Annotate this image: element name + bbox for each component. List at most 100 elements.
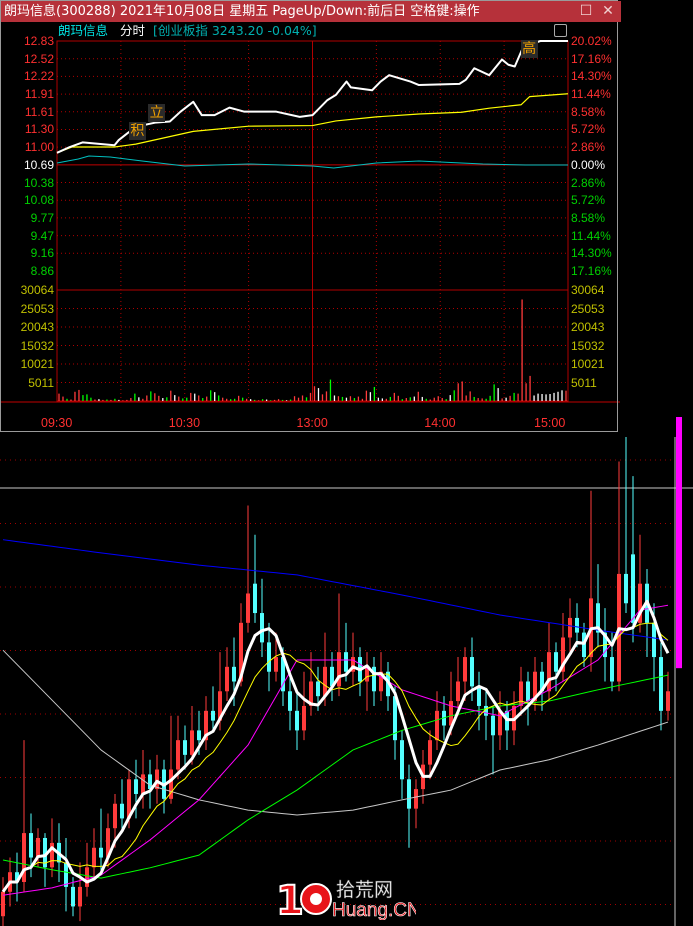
stock-name: 朗玛信息 <box>58 23 109 38</box>
candle-body <box>183 740 187 755</box>
price-tick-label: 9.47 <box>30 228 54 243</box>
price-tick-label: 11.30 <box>24 122 54 137</box>
candle-body <box>57 842 61 863</box>
candle-body <box>8 872 12 892</box>
volume-tick-label: 10021 <box>20 357 54 371</box>
close-icon[interactable]: ✕ <box>599 1 617 22</box>
candle-body <box>92 847 96 868</box>
price-tick-label: 11.61 <box>24 104 54 119</box>
intraday-window: 朗玛信息(300288) 2021年10月08日 星期五 PageUp/Down… <box>0 0 621 432</box>
candle-body <box>596 603 600 633</box>
candle-body <box>498 710 502 736</box>
candle-body <box>344 652 348 672</box>
pct-tick-label: 8.58% <box>571 210 606 225</box>
candle-body <box>323 666 327 697</box>
candle-body <box>274 657 278 672</box>
volume-tick-label: 15032 <box>20 338 54 353</box>
window-title: 朗玛信息(300288) 2021年10月08日 星期五 PageUp/Down… <box>4 4 480 19</box>
price-tick-label: 8.86 <box>30 264 54 278</box>
volume-tick-label: 25053 <box>20 301 54 316</box>
candle-body <box>575 617 579 633</box>
candle-body <box>407 779 411 809</box>
candle-body <box>204 710 208 741</box>
site-logo: 1 拾荒网 Huang.CN <box>276 874 416 920</box>
candle-body <box>316 681 320 697</box>
candle-body <box>267 642 271 672</box>
time-tick-label: 10:30 <box>168 416 201 430</box>
index-line <box>56 155 568 169</box>
candle-body <box>568 617 572 638</box>
maximize-icon[interactable]: ☐ <box>577 1 595 22</box>
price-tick-label: 12.52 <box>23 51 54 66</box>
candle-body <box>400 740 404 780</box>
candle-body <box>351 657 355 672</box>
pct-tick-label: 5.72% <box>571 193 606 208</box>
pct-tick-label: 14.30% <box>571 69 612 84</box>
candle-body <box>638 583 642 623</box>
svg-text:1: 1 <box>276 878 304 920</box>
candle-body <box>190 730 194 755</box>
candle-body <box>50 842 54 868</box>
candle-body <box>218 691 222 721</box>
candle-body <box>120 803 124 819</box>
volume-tick-label: 10021 <box>571 357 605 371</box>
price-tick-label: 10.69 <box>23 157 54 172</box>
time-tick-label: 14:00 <box>424 416 456 430</box>
candle-body <box>302 705 306 731</box>
candle-body <box>393 696 397 741</box>
price-tick-label: 12.83 <box>23 34 54 48</box>
candle-body <box>239 622 243 682</box>
pct-tick-label: 17.16% <box>571 264 612 278</box>
candle-body <box>64 862 68 887</box>
moving-average-ma10 <box>2 622 669 893</box>
volume-tick-label: 20043 <box>571 320 605 334</box>
plot-frame <box>56 40 569 402</box>
pct-tick-label: 8.58% <box>571 104 606 119</box>
candle-body <box>561 637 565 672</box>
panel-toggle-icon[interactable] <box>554 24 567 37</box>
candle-body <box>617 573 621 682</box>
candle-body <box>589 598 593 658</box>
candle-body <box>449 701 453 726</box>
candle-body <box>225 666 229 692</box>
candle-body <box>309 681 313 706</box>
title-bar: 朗玛信息(300288) 2021年10月08日 星期五 PageUp/Down… <box>1 1 621 22</box>
candle-body <box>540 671 544 692</box>
candle-body <box>295 710 299 731</box>
moving-average-ma250 <box>2 539 669 641</box>
candle-body <box>477 686 481 706</box>
pct-tick-label: 17.16% <box>571 51 612 66</box>
candle-body <box>43 837 47 868</box>
candle-body <box>1 891 5 917</box>
candle-body <box>624 573 628 604</box>
candle-body <box>232 666 236 682</box>
svg-text:Huang.CN: Huang.CN <box>332 900 416 920</box>
candle-body <box>358 657 362 682</box>
candle-body <box>134 779 138 794</box>
price-tick-label: 12.22 <box>23 69 54 84</box>
candle-body <box>330 666 334 687</box>
intraday-chart <box>0 40 620 403</box>
candle-body <box>246 593 250 623</box>
candle-body <box>631 554 635 623</box>
candle-body <box>505 710 509 731</box>
side-indicator-bar <box>676 417 682 669</box>
candle-body <box>421 764 425 790</box>
candle-body <box>372 666 376 692</box>
pct-tick-label: 11.44% <box>571 87 611 102</box>
candle-body <box>36 837 40 858</box>
candle-body <box>666 691 670 711</box>
chart-header: 朗玛信息 分时 [创业板指 3243.20 -0.04%] <box>58 22 317 39</box>
candle-body <box>155 769 159 790</box>
volume-tick-label: 5011 <box>571 375 597 390</box>
time-tick-label: 15:00 <box>534 416 566 430</box>
candle-body <box>169 769 173 799</box>
candle-body <box>519 681 523 706</box>
candle-body <box>442 710 446 726</box>
volume-tick-label: 15032 <box>571 338 605 353</box>
candle-body <box>379 671 383 692</box>
candle-body <box>533 671 537 702</box>
price-tick-label: 10.38 <box>23 175 54 190</box>
candle-body <box>127 779 131 819</box>
candle-body <box>491 715 495 736</box>
